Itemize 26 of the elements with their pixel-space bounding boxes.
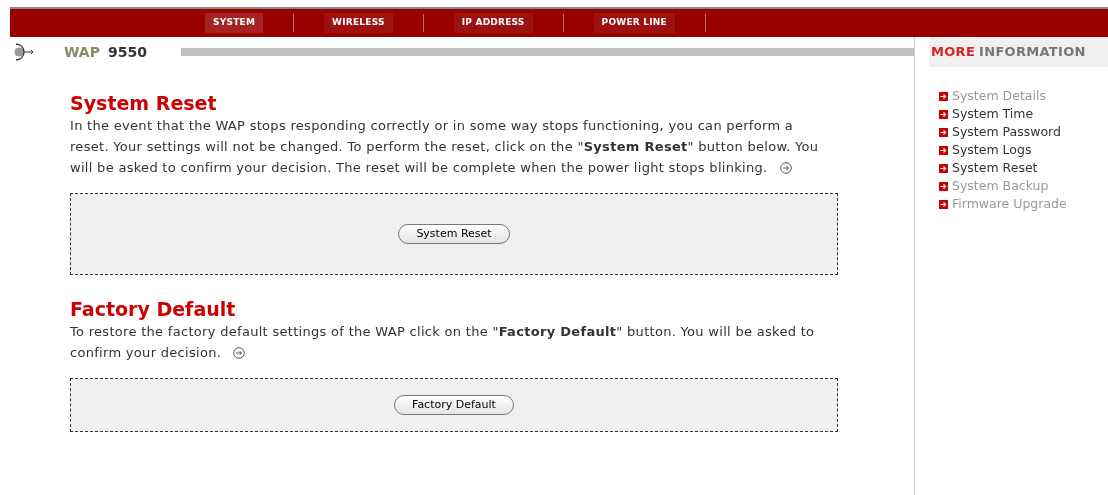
section-heading: System Reset bbox=[70, 91, 218, 115]
arrow-square-icon bbox=[939, 109, 948, 119]
arrow-circle-icon[interactable] bbox=[233, 347, 246, 359]
signal-arrow-icon bbox=[12, 42, 36, 62]
nav-tab[interactable]: WIRELESS bbox=[324, 13, 393, 33]
nav-tab[interactable]: IP ADDRESS bbox=[453, 13, 533, 33]
sidebar-title: MORE INFORMATION bbox=[931, 43, 1086, 62]
action-button[interactable]: System Reset bbox=[398, 224, 510, 244]
sidebar-link[interactable]: System Password bbox=[952, 122, 1061, 142]
section-heading: Factory Default bbox=[70, 297, 237, 321]
sidebar-link[interactable]: System Reset bbox=[952, 158, 1038, 178]
section-description: In the event that the WAP stops responding correctly or in some way stops functioning, you can perform a reset. Your settings will not be changed. To perform the reset, click on the "System Reset" button below. You will be asked to confirm your decision. The reset will be complete when the power light stops blinking. bbox=[70, 117, 820, 177]
arrow-square-icon bbox=[939, 199, 948, 209]
product-name: WAP 9550 bbox=[64, 42, 147, 62]
arrow-square-icon bbox=[939, 145, 948, 155]
nav-tab[interactable]: SYSTEM bbox=[205, 13, 264, 33]
arrow-square-icon bbox=[939, 91, 948, 101]
action-button[interactable]: Factory Default bbox=[394, 395, 514, 415]
sidebar-link[interactable]: System Time bbox=[952, 104, 1034, 124]
section-description: To restore the factory default settings of the WAP click on the "Factory Default" button. You will be asked to confirm your decision. bbox=[70, 323, 816, 362]
arrow-circle-icon[interactable] bbox=[779, 162, 792, 174]
arrow-square-icon bbox=[939, 181, 948, 191]
nav-tab[interactable]: POWER LINE bbox=[593, 13, 675, 33]
sidebar-link[interactable]: System Logs bbox=[952, 140, 1032, 160]
arrow-square-icon bbox=[939, 163, 948, 173]
arrow-square-icon bbox=[939, 127, 948, 137]
